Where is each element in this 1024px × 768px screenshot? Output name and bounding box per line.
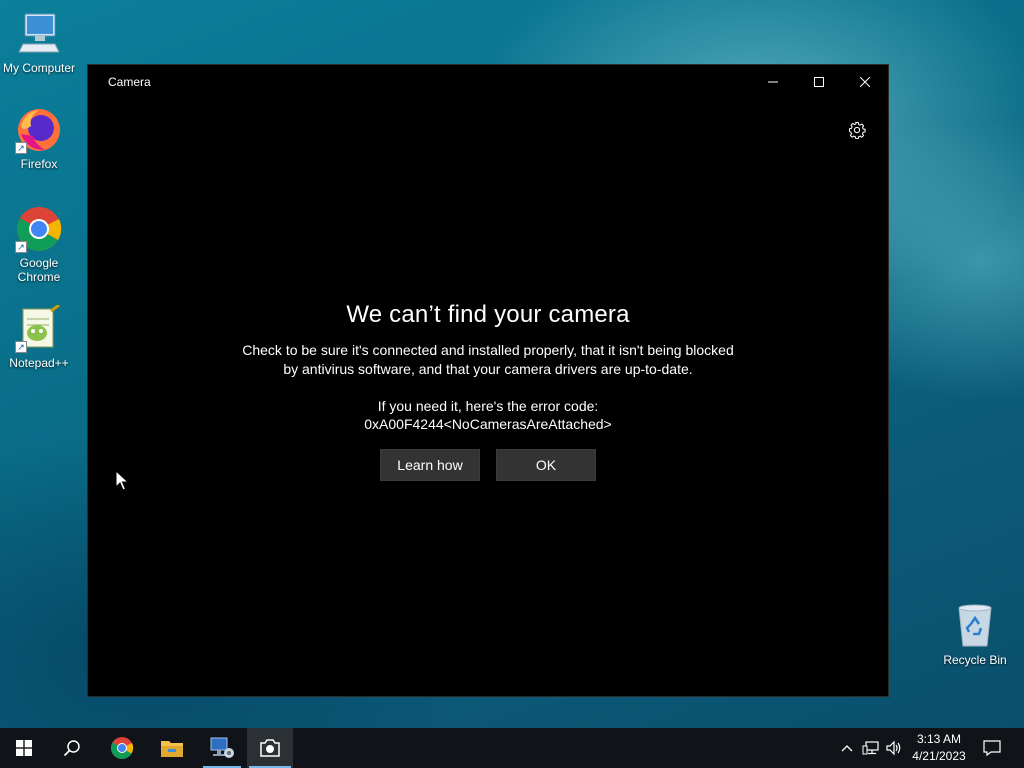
settings-button[interactable] <box>846 119 868 141</box>
network-icon <box>862 741 879 755</box>
desktop-icon-notepadpp[interactable]: ↗ Notepad++ <box>0 303 78 370</box>
desktop-icon-label: My Computer <box>2 61 76 75</box>
recycle-bin-icon <box>951 602 999 650</box>
error-message-line-2: by antivirus software, and that your cam… <box>283 361 693 377</box>
title-bar[interactable]: Camera <box>88 65 888 99</box>
computer-icon <box>15 10 63 58</box>
desktop-icon-label: Notepad++ <box>9 356 69 370</box>
error-panel: We can’t find your camera Check to be su… <box>88 301 888 481</box>
window-title: Camera <box>108 75 151 89</box>
search-button[interactable] <box>49 728 95 768</box>
maximize-icon <box>814 77 824 87</box>
action-center-button[interactable] <box>978 728 1006 768</box>
search-icon <box>63 740 80 757</box>
chrome-icon <box>111 737 134 759</box>
show-hidden-icons-button[interactable] <box>838 728 856 768</box>
gear-icon <box>848 121 866 139</box>
close-button[interactable] <box>842 65 888 99</box>
error-code: 0xA00F4244<NoCamerasAreAttached> <box>364 416 612 432</box>
taskbar-camera[interactable] <box>247 728 293 768</box>
desktop-icon-label: Firefox <box>20 157 58 171</box>
desktop-icon-label: Recycle Bin <box>943 653 1007 667</box>
clock[interactable]: 3:13 AM 4/21/2023 <box>906 731 972 765</box>
taskbar: 3:13 AM 4/21/2023 <box>0 728 1024 768</box>
desktop-icon-firefox[interactable]: ↗ Firefox <box>0 106 78 171</box>
taskbar-network-config[interactable] <box>199 728 245 768</box>
network-config-icon <box>210 737 234 758</box>
chrome-icon: ↗ <box>15 205 63 253</box>
start-button[interactable] <box>1 728 47 768</box>
error-code-label: If you need it, here's the error code: <box>377 398 599 414</box>
shortcut-arrow-icon: ↗ <box>15 241 27 253</box>
volume-tray-button[interactable] <box>884 728 904 768</box>
desktop-icon-chrome[interactable]: ↗ Google Chrome <box>0 205 78 284</box>
chevron-up-icon <box>841 745 853 752</box>
desktop-icon-my-computer[interactable]: My Computer <box>0 10 78 75</box>
file-explorer-icon <box>161 741 183 757</box>
windows-start-icon <box>16 740 32 756</box>
learn-how-button[interactable]: Learn how <box>380 449 480 481</box>
taskbar-chrome[interactable] <box>99 728 145 768</box>
desktop-icon-recycle-bin[interactable]: Recycle Bin <box>936 602 1014 667</box>
minimize-icon <box>768 81 778 83</box>
speaker-icon <box>886 740 901 756</box>
clock-date: 4/21/2023 <box>912 749 966 763</box>
shortcut-arrow-icon: ↗ <box>15 341 27 353</box>
minimize-button[interactable] <box>750 65 796 99</box>
error-message-line-1: Check to be sure it's connected and inst… <box>242 342 734 358</box>
notepadpp-icon: ↗ <box>15 303 63 353</box>
taskbar-file-explorer[interactable] <box>149 728 195 768</box>
notification-icon <box>983 740 1001 756</box>
ok-button[interactable]: OK <box>496 449 596 481</box>
error-heading: We can’t find your camera <box>346 301 630 328</box>
desktop-icon-label: Google Chrome <box>17 256 61 284</box>
close-icon <box>860 77 870 87</box>
network-tray-button[interactable] <box>860 728 882 768</box>
mouse-cursor-icon <box>115 469 130 497</box>
maximize-button[interactable] <box>796 65 842 99</box>
firefox-icon: ↗ <box>15 106 63 154</box>
camera-icon <box>260 739 280 757</box>
shortcut-arrow-icon: ↗ <box>15 142 27 154</box>
camera-window: Camera We can’t find your camera Check t… <box>87 64 889 697</box>
clock-time: 3:13 AM <box>916 732 962 746</box>
